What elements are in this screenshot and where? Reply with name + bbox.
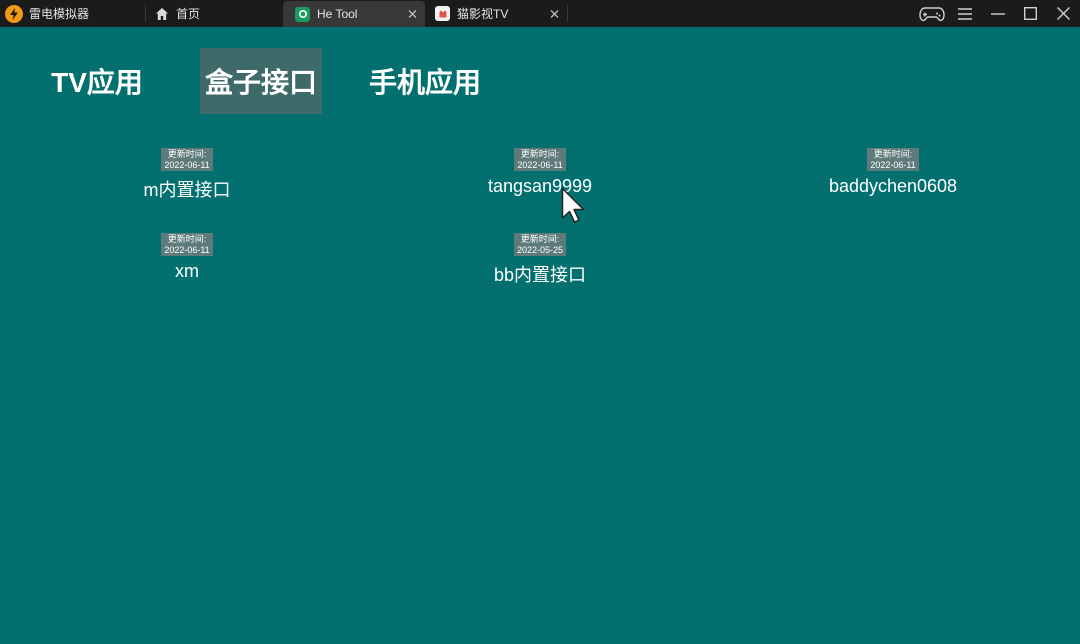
- tab-he-tool[interactable]: He Tool: [283, 1, 425, 27]
- update-time-label: 更新时间:: [520, 149, 560, 159]
- he-tool-app-icon: [295, 6, 310, 22]
- emulator-name: 雷电模拟器: [29, 7, 90, 21]
- update-time-badge: 更新时间: 2022-06-11: [514, 148, 566, 171]
- home-icon: [156, 7, 168, 20]
- leidian-logo-icon: [5, 4, 23, 23]
- interface-name: xm: [175, 261, 199, 281]
- update-time-label: 更新时间:: [167, 149, 207, 159]
- update-time-date: 2022-06-11: [870, 160, 916, 170]
- window-controls: [915, 0, 1080, 27]
- interface-name: m内置接口: [143, 180, 231, 200]
- mouse-cursor-icon: [561, 187, 585, 223]
- close-tab-icon[interactable]: [408, 10, 417, 19]
- tab-home-label: 首页: [176, 7, 201, 21]
- interface-item[interactable]: 更新时间: 2022-06-11 m内置接口: [37, 148, 337, 202]
- interface-item[interactable]: 更新时间: 2022-06-11 baddychen0608: [743, 148, 1043, 197]
- update-time-badge: 更新时间: 2022-06-11: [161, 148, 213, 171]
- update-time-label: 更新时间:: [520, 234, 560, 244]
- close-icon[interactable]: [1047, 0, 1080, 27]
- maximize-icon[interactable]: [1014, 0, 1047, 27]
- interface-name: baddychen0608: [828, 176, 958, 196]
- title-separator: [567, 5, 568, 22]
- nav-box-interfaces[interactable]: 盒子接口: [200, 48, 322, 114]
- tab-maoyingshi-label: 猫影视TV: [457, 7, 509, 21]
- gamepad-icon[interactable]: [915, 0, 948, 27]
- update-time-date: 2022-06-11: [517, 160, 563, 170]
- nav-phone-apps[interactable]: 手机应用: [366, 48, 484, 114]
- interface-item[interactable]: 更新时间: 2022-06-11 xm: [37, 233, 337, 282]
- update-time-date: 2022-05-25: [516, 245, 564, 255]
- close-tab-icon[interactable]: [550, 9, 559, 18]
- interface-name: bb内置接口: [493, 265, 587, 285]
- update-time-badge: 更新时间: 2022-06-11: [867, 148, 919, 171]
- tab-maoyingshi[interactable]: 猫影视TV: [425, 0, 567, 27]
- interface-item[interactable]: 更新时间: 2022-06-11 tangsan9999: [390, 148, 690, 197]
- nav-tv-apps[interactable]: TV应用: [46, 48, 148, 114]
- maoyingshi-app-icon: [435, 6, 450, 21]
- minimize-icon[interactable]: [981, 0, 1014, 27]
- update-time-badge: 更新时间: 2022-06-11: [161, 233, 213, 256]
- update-time-date: 2022-06-11: [164, 160, 210, 170]
- update-time-badge: 更新时间: 2022-05-25: [513, 233, 567, 256]
- update-time-label: 更新时间:: [873, 149, 913, 159]
- interface-item[interactable]: 更新时间: 2022-05-25 bb内置接口: [390, 233, 690, 287]
- emulator-title-bar: 雷电模拟器 首页 He Tool 猫影视TV: [0, 0, 1080, 27]
- menu-icon[interactable]: [948, 0, 981, 27]
- tab-home[interactable]: 首页: [146, 0, 283, 27]
- update-time-date: 2022-06-11: [164, 245, 210, 255]
- tab-he-tool-label: He Tool: [317, 7, 358, 21]
- update-time-label: 更新时间:: [167, 234, 207, 244]
- emulator-brand: 雷电模拟器: [0, 0, 145, 27]
